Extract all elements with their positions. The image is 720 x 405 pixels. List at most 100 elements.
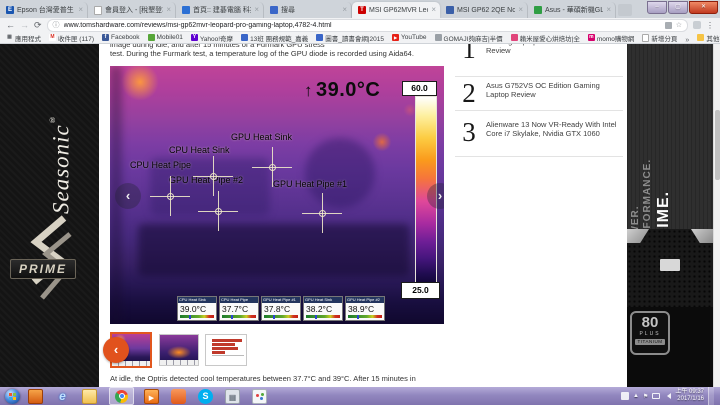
bookmark-gomaji[interactable]: GOMAJI夠麻吉|半價 xyxy=(434,33,503,43)
taskbar-app-icon[interactable] xyxy=(28,388,43,404)
bookmark-momo[interactable]: momo購物網 xyxy=(587,33,635,43)
chrome-taskbar-active[interactable] xyxy=(109,387,134,405)
paragraph-line: test. During the Furmark test, a tempera… xyxy=(110,49,414,58)
reading-cpu-heat-pipe: CPU Heat Pipe 37.7°C xyxy=(219,296,259,321)
start-button[interactable] xyxy=(5,388,20,404)
bookmark-label: momo購物網 xyxy=(596,35,635,43)
forward-icon[interactable] xyxy=(20,19,29,31)
show-desktop-button[interactable] xyxy=(708,387,714,405)
internet-explorer-icon[interactable] xyxy=(55,389,70,404)
tab-epson[interactable]: Epson 台灣愛普生 xyxy=(0,2,88,18)
bookmark-overflow[interactable] xyxy=(685,32,689,43)
scrollbar-thumb[interactable] xyxy=(715,110,720,180)
asus-favicon xyxy=(534,6,542,14)
badge-number: 80 xyxy=(641,314,659,331)
seasonic-prime-ad-right[interactable]: POWER. PERFORMANCE. PRIME. 80 PLUS TITAN… xyxy=(627,44,713,387)
bookmark-label: Mobile01 xyxy=(156,34,183,41)
file-explorer-icon[interactable] xyxy=(82,388,97,404)
tab-label: 會員登入 - [稅墾登場] xyxy=(105,7,163,14)
translate-icon[interactable] xyxy=(664,21,672,29)
tab-asus[interactable]: Asus - 華碩新機GL753 xyxy=(528,2,616,18)
extension-icon[interactable] xyxy=(693,21,701,29)
volume-icon[interactable] xyxy=(664,393,672,399)
thumbnail-thermal-load[interactable] xyxy=(159,334,199,366)
reload-icon[interactable] xyxy=(34,19,42,31)
new-tab-button[interactable] xyxy=(618,4,632,16)
close-button[interactable]: ✕ xyxy=(689,1,718,14)
bookmark-label: 13班 團務規範_嘉義 xyxy=(250,35,309,43)
other-bookmarks[interactable]: 其他書籤 xyxy=(697,33,720,43)
tab-close-icon[interactable] xyxy=(166,6,171,14)
bookmark-mobile01[interactable]: Mobile01 xyxy=(147,34,183,41)
crosshair-marker xyxy=(193,156,233,196)
seasonic-ss-monogram-icon xyxy=(30,215,72,300)
story-item-1[interactable]: 1 Gaming Laptop Review xyxy=(458,44,618,63)
tab-search[interactable]: 搜尋 xyxy=(264,2,352,18)
reading-marker xyxy=(315,315,318,319)
calculator-icon[interactable] xyxy=(225,388,240,404)
hidden-icons-arrow[interactable] xyxy=(633,393,639,399)
tab-msi-gp62[interactable]: MSI GP62 2QE Noteb xyxy=(440,2,528,18)
story-item-2[interactable]: 2 Asus G752VS OC Edition Gaming Laptop R… xyxy=(458,80,618,107)
thermal-image[interactable]: ↑ 39.0°C 60.0 25.0 GPU Heat Sink CPU Heat… xyxy=(110,66,444,324)
bookmark-facebook[interactable]: Facebook xyxy=(102,34,140,41)
tab-member-login[interactable]: 會員登入 - [稅墾登場] xyxy=(88,2,176,18)
bookmark-bakery[interactable]: 賴米屋愛心烘焙坊|全 xyxy=(510,33,580,43)
mini-bar xyxy=(212,351,225,354)
bookmark-apps[interactable]: 應用程式 xyxy=(6,33,41,43)
page-info-icon[interactable] xyxy=(53,20,60,30)
taskbar-clock[interactable]: 上午 09:37 2017/1/16 xyxy=(675,389,704,403)
network-icon[interactable] xyxy=(652,393,661,399)
badge-plus: PLUS xyxy=(639,331,661,337)
page-scrollbar[interactable] xyxy=(713,44,720,387)
thumbnail-bar-chart[interactable] xyxy=(205,334,247,366)
story-title: Alienware 13 Now VR-Ready With Intel Cor… xyxy=(486,120,617,138)
tab-close-icon[interactable] xyxy=(78,6,83,14)
tab-close-icon[interactable] xyxy=(342,6,347,14)
reading-label: GPU Heat Pipe #2 xyxy=(346,297,384,303)
tab-label: 搜尋 xyxy=(281,7,295,14)
minimize-button[interactable]: – xyxy=(647,1,667,14)
scale-max-label: 60.0 xyxy=(402,81,437,96)
tab-home[interactable]: 首頁:: 建碁電腦 科技座 xyxy=(176,2,264,18)
reading-range-bar xyxy=(306,315,340,318)
seasonic-ad-left[interactable]: Seasonic® PRIME xyxy=(0,44,99,387)
tab-close-icon[interactable] xyxy=(518,6,523,14)
url-field[interactable]: www.tomshardware.com/reviews/msi-gp62mvr… xyxy=(46,18,688,32)
taskbar-app-icon[interactable] xyxy=(171,388,186,404)
thermal-blob xyxy=(138,224,410,276)
tab-close-icon[interactable] xyxy=(606,6,611,14)
paint-dot xyxy=(260,396,263,400)
site-favicon xyxy=(182,6,190,14)
bookmark-yahoo[interactable]: Yahoo!奇摩 xyxy=(190,33,233,43)
media-player-icon[interactable] xyxy=(144,388,159,404)
story-title-line: Review xyxy=(486,45,511,55)
skype-icon[interactable] xyxy=(198,388,213,404)
bookmark-class13[interactable]: 13班 團務規範_嘉義 xyxy=(241,33,308,43)
bookmark-label: 收件匣 (117) xyxy=(58,35,94,43)
reading-value: 38.9°C xyxy=(348,304,375,314)
story-item-3[interactable]: 3 Alienware 13 Now VR-Ready With Intel C… xyxy=(458,119,618,146)
thumbnail-prev-button[interactable] xyxy=(103,337,129,363)
prime-ad-slogan: POWER. PERFORMANCE. PRIME. xyxy=(629,82,675,252)
tab-tomshardware-active[interactable]: MSI GP62MVR Leopar xyxy=(352,2,440,18)
tab-close-icon[interactable] xyxy=(431,6,436,14)
bookmark-newtab[interactable]: 新增分頁 xyxy=(642,33,677,43)
bookmark-youtube[interactable]: YouTube xyxy=(391,34,427,41)
tab-close-icon[interactable] xyxy=(254,6,259,14)
bookmark-gmail[interactable]: 收件匣 (117) xyxy=(49,33,94,43)
action-center-flag-icon[interactable] xyxy=(643,393,648,400)
paint-icon[interactable] xyxy=(252,388,267,404)
tomshardware-favicon xyxy=(358,6,366,14)
browser-menu-icon[interactable] xyxy=(706,21,714,30)
bookmark-bookclub[interactable]: 圖書_讀書會網|2015 xyxy=(316,33,384,43)
system-tray: 上午 09:37 2017/1/16 xyxy=(620,387,720,405)
gallery-prev-icon[interactable] xyxy=(115,183,141,209)
maximize-button[interactable]: ▢ xyxy=(668,1,688,14)
back-icon[interactable] xyxy=(6,19,15,31)
crosshair-marker xyxy=(302,193,342,233)
input-method-icon[interactable] xyxy=(620,392,629,400)
bookmark-star-icon[interactable] xyxy=(676,21,682,29)
url-text[interactable]: www.tomshardware.com/reviews/msi-gp62mvr… xyxy=(64,22,661,29)
thermal-annotation: CPU Heat Sink xyxy=(169,145,230,155)
